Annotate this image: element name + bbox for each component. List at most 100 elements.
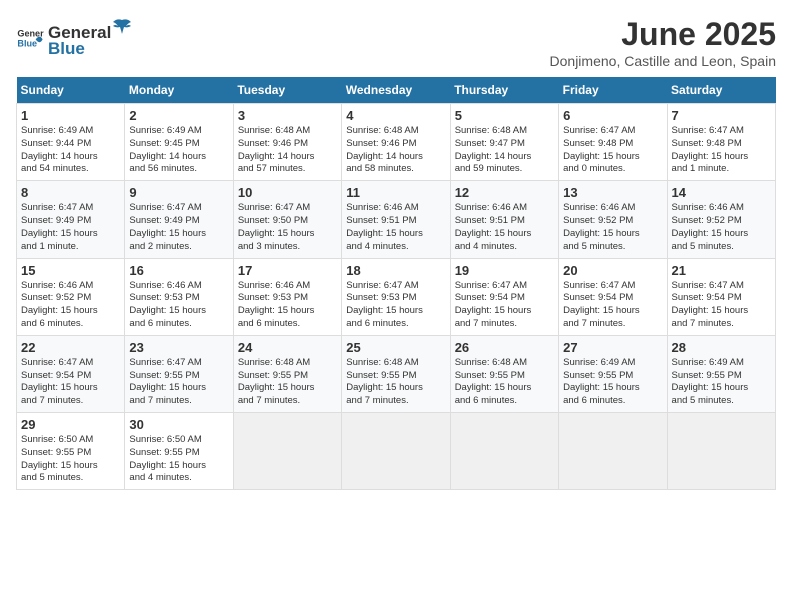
calendar-cell: 16Sunrise: 6:46 AM Sunset: 9:53 PM Dayli… — [125, 258, 233, 335]
calendar-cell: 7 Sunrise: 6:47 AM Sunset: 9:48 PM Daylig… — [667, 104, 775, 181]
calendar-cell: 5Sunrise: 6:48 AM Sunset: 9:47 PM Daylig… — [450, 104, 558, 181]
calendar-cell: 3Sunrise: 6:48 AM Sunset: 9:46 PM Daylig… — [233, 104, 341, 181]
logo: General Blue General Blue — [16, 16, 133, 59]
day-number: 28 — [672, 340, 771, 355]
days-header-row: SundayMondayTuesdayWednesdayThursdayFrid… — [17, 77, 776, 104]
day-info: Sunrise: 6:47 AM Sunset: 9:49 PM Dayligh… — [129, 202, 228, 253]
day-header-thursday: Thursday — [450, 77, 558, 104]
day-number: 20 — [563, 263, 662, 278]
calendar-cell: 10 Sunrise: 6:47 AM Sunset: 9:50 PM Dayli… — [233, 181, 341, 258]
day-info: Sunrise: 6:46 AM Sunset: 9:53 PM Dayligh… — [238, 280, 337, 331]
calendar-week-3: 15 Sunrise: 6:46 AM Sunset: 9:52 PM Dayli… — [17, 258, 776, 335]
day-info: Sunrise: 6:49 AM Sunset: 9:45 PM Dayligh… — [129, 125, 228, 176]
day-number: 23 — [129, 340, 228, 355]
day-info: Sunrise: 6:48 AM Sunset: 9:46 PM Dayligh… — [238, 125, 337, 176]
day-number: 4 — [346, 108, 445, 123]
calendar-cell: 29Sunrise: 6:50 AM Sunset: 9:55 PM Dayli… — [17, 413, 125, 490]
calendar-cell: 11 Sunrise: 6:46 AM Sunset: 9:51 PM Dayli… — [342, 181, 450, 258]
logo-bird-icon — [111, 16, 133, 38]
day-info: Sunrise: 6:47 AM Sunset: 9:48 PM Dayligh… — [672, 125, 771, 176]
day-header-saturday: Saturday — [667, 77, 775, 104]
day-number: 15 — [21, 263, 120, 278]
title-area: June 2025 Donjimeno, Castille and Leon, … — [550, 16, 776, 69]
day-number: 24 — [238, 340, 337, 355]
day-number: 8 — [21, 185, 120, 200]
calendar-cell: 21 Sunrise: 6:47 AM Sunset: 9:54 PM Dayli… — [667, 258, 775, 335]
day-info: Sunrise: 6:47 AM Sunset: 9:48 PM Dayligh… — [563, 125, 662, 176]
calendar-cell: 22 Sunrise: 6:47 AM Sunset: 9:54 PM Dayli… — [17, 335, 125, 412]
day-number: 14 — [672, 185, 771, 200]
subtitle: Donjimeno, Castille and Leon, Spain — [550, 53, 776, 69]
day-info: Sunrise: 6:47 AM Sunset: 9:54 PM Dayligh… — [21, 357, 120, 408]
day-info: Sunrise: 6:46 AM Sunset: 9:52 PM Dayligh… — [21, 280, 120, 331]
day-number: 2 — [129, 108, 228, 123]
day-number: 9 — [129, 185, 228, 200]
day-info: Sunrise: 6:48 AM Sunset: 9:55 PM Dayligh… — [238, 357, 337, 408]
day-number: 19 — [455, 263, 554, 278]
calendar-week-2: 8 Sunrise: 6:47 AM Sunset: 9:49 PM Daylig… — [17, 181, 776, 258]
day-header-friday: Friday — [559, 77, 667, 104]
calendar-cell: 13 Sunrise: 6:46 AM Sunset: 9:52 PM Dayli… — [559, 181, 667, 258]
calendar-cell — [559, 413, 667, 490]
calendar-cell: 20Sunrise: 6:47 AM Sunset: 9:54 PM Dayli… — [559, 258, 667, 335]
svg-text:Blue: Blue — [17, 38, 37, 48]
calendar-cell — [667, 413, 775, 490]
day-info: Sunrise: 6:46 AM Sunset: 9:52 PM Dayligh… — [563, 202, 662, 253]
day-info: Sunrise: 6:49 AM Sunset: 9:44 PM Dayligh… — [21, 125, 120, 176]
day-info: Sunrise: 6:50 AM Sunset: 9:55 PM Dayligh… — [129, 434, 228, 485]
calendar-cell: 17 Sunrise: 6:46 AM Sunset: 9:53 PM Dayli… — [233, 258, 341, 335]
calendar-cell: 15 Sunrise: 6:46 AM Sunset: 9:52 PM Dayli… — [17, 258, 125, 335]
day-number: 6 — [563, 108, 662, 123]
day-info: Sunrise: 6:46 AM Sunset: 9:53 PM Dayligh… — [129, 280, 228, 331]
calendar-cell: 14 Sunrise: 6:46 AM Sunset: 9:52 PM Dayli… — [667, 181, 775, 258]
calendar-cell: 1 Sunrise: 6:49 AM Sunset: 9:44 PM Daylig… — [17, 104, 125, 181]
calendar-cell: 4 Sunrise: 6:48 AM Sunset: 9:46 PM Daylig… — [342, 104, 450, 181]
day-number: 11 — [346, 185, 445, 200]
day-number: 10 — [238, 185, 337, 200]
day-number: 7 — [672, 108, 771, 123]
calendar-cell: 23 Sunrise: 6:47 AM Sunset: 9:55 PM Dayli… — [125, 335, 233, 412]
logo-icon: General Blue — [16, 24, 44, 52]
day-number: 30 — [129, 417, 228, 432]
day-info: Sunrise: 6:47 AM Sunset: 9:49 PM Dayligh… — [21, 202, 120, 253]
calendar-cell: 25 Sunrise: 6:48 AM Sunset: 9:55 PM Dayli… — [342, 335, 450, 412]
day-number: 13 — [563, 185, 662, 200]
day-info: Sunrise: 6:48 AM Sunset: 9:46 PM Dayligh… — [346, 125, 445, 176]
calendar-week-5: 29 Sunrise: 6:50 AM Sunset: 9:55 PM Dayli… — [17, 413, 776, 490]
day-header-sunday: Sunday — [17, 77, 125, 104]
day-info: Sunrise: 6:48 AM Sunset: 9:55 PM Dayligh… — [346, 357, 445, 408]
day-number: 26 — [455, 340, 554, 355]
day-number: 27 — [563, 340, 662, 355]
day-info: Sunrise: 6:46 AM Sunset: 9:51 PM Dayligh… — [346, 202, 445, 253]
day-number: 22 — [21, 340, 120, 355]
day-header-tuesday: Tuesday — [233, 77, 341, 104]
day-info: Sunrise: 6:47 AM Sunset: 9:54 PM Dayligh… — [672, 280, 771, 331]
calendar-cell: 2 Sunrise: 6:49 AM Sunset: 9:45 PM Daylig… — [125, 104, 233, 181]
day-info: Sunrise: 6:46 AM Sunset: 9:51 PM Dayligh… — [455, 202, 554, 253]
day-info: Sunrise: 6:49 AM Sunset: 9:55 PM Dayligh… — [563, 357, 662, 408]
day-number: 21 — [672, 263, 771, 278]
calendar-cell: 6 Sunrise: 6:47 AM Sunset: 9:48 PM Daylig… — [559, 104, 667, 181]
day-info: Sunrise: 6:46 AM Sunset: 9:52 PM Dayligh… — [672, 202, 771, 253]
day-header-wednesday: Wednesday — [342, 77, 450, 104]
main-title: June 2025 — [550, 16, 776, 53]
calendar-cell: 26Sunrise: 6:48 AM Sunset: 9:55 PM Dayli… — [450, 335, 558, 412]
day-info: Sunrise: 6:47 AM Sunset: 9:50 PM Dayligh… — [238, 202, 337, 253]
calendar-cell: 8 Sunrise: 6:47 AM Sunset: 9:49 PM Daylig… — [17, 181, 125, 258]
calendar-week-1: 1 Sunrise: 6:49 AM Sunset: 9:44 PM Daylig… — [17, 104, 776, 181]
day-number: 29 — [21, 417, 120, 432]
day-info: Sunrise: 6:47 AM Sunset: 9:54 PM Dayligh… — [455, 280, 554, 331]
calendar-cell: 9 Sunrise: 6:47 AM Sunset: 9:49 PM Daylig… — [125, 181, 233, 258]
calendar-cell: 19 Sunrise: 6:47 AM Sunset: 9:54 PM Dayli… — [450, 258, 558, 335]
calendar-cell — [342, 413, 450, 490]
day-number: 12 — [455, 185, 554, 200]
day-number: 1 — [21, 108, 120, 123]
calendar-cell: 18Sunrise: 6:47 AM Sunset: 9:53 PM Dayli… — [342, 258, 450, 335]
day-info: Sunrise: 6:48 AM Sunset: 9:47 PM Dayligh… — [455, 125, 554, 176]
calendar-table: SundayMondayTuesdayWednesdayThursdayFrid… — [16, 77, 776, 490]
calendar-cell: 30 Sunrise: 6:50 AM Sunset: 9:55 PM Dayli… — [125, 413, 233, 490]
day-number: 17 — [238, 263, 337, 278]
day-info: Sunrise: 6:47 AM Sunset: 9:55 PM Dayligh… — [129, 357, 228, 408]
header: General Blue General Blue June 2025 Donj… — [16, 16, 776, 69]
day-number: 25 — [346, 340, 445, 355]
